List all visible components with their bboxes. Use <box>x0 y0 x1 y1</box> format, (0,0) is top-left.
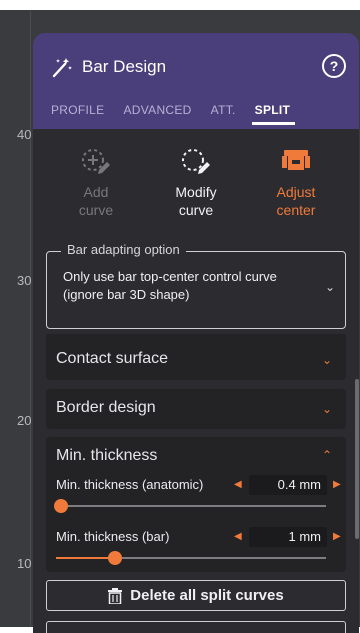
add-curve-label-1: Add <box>83 184 109 200</box>
chevron-down-icon: ⌄ <box>324 280 335 294</box>
next-button-edge <box>46 621 346 633</box>
bar-adapting-legend: Bar adapting option <box>61 242 186 257</box>
contact-surface-section[interactable]: Contact surface ⌄ <box>46 340 346 380</box>
help-icon[interactable]: ? <box>322 54 346 78</box>
chevron-down-icon: ⌄ <box>321 353 332 367</box>
anatomic-slider-track[interactable] <box>54 499 326 513</box>
bar-slider-thumb[interactable] <box>108 551 122 565</box>
border-design-section[interactable]: Border design ⌄ <box>46 389 346 429</box>
slider-label-bar: Min. thickness (bar) <box>56 529 170 544</box>
bar-slider-track[interactable] <box>56 551 326 565</box>
bar-adapting-value-line2: (ignore bar 3D shape) <box>63 287 190 302</box>
tab-bar: PROFILE ADVANCED ATT. SPLIT <box>51 103 309 125</box>
adjust-center-label-1: Adjust <box>276 184 316 200</box>
axis-tick-30: 30 <box>17 273 32 288</box>
modify-curve-icon <box>182 149 210 174</box>
adjust-center-label-2: center <box>276 202 316 218</box>
add-curve-button[interactable]: Add curve <box>51 143 141 219</box>
axis-tick-10: 10 <box>17 556 32 571</box>
delete-all-split-curves-button[interactable]: Delete all split curves <box>46 580 346 611</box>
border-design-title: Border design <box>56 399 156 416</box>
adjust-center-icon <box>282 150 310 170</box>
bar-slider-fill <box>56 557 110 559</box>
bar-value-field[interactable]: 1 mm <box>249 527 327 547</box>
modify-curve-button[interactable]: Modify curve <box>151 143 241 219</box>
bar-design-panel: Bar Design ? PROFILE ADVANCED ATT. SPLIT… <box>33 33 359 633</box>
bar-adapting-select[interactable]: Bar adapting option Only use bar top-cen… <box>46 242 346 329</box>
add-curve-icon <box>82 149 110 174</box>
panel-scrollbar[interactable] <box>355 379 359 539</box>
chevron-up-icon[interactable]: ⌃ <box>322 448 332 462</box>
increment-bar-icon[interactable]: ▶ <box>333 531 341 542</box>
tab-att[interactable]: ATT. <box>211 103 236 117</box>
tab-profile[interactable]: PROFILE <box>51 103 104 117</box>
modify-curve-label-1: Modify <box>175 184 217 200</box>
anatomic-value-field[interactable]: 0.4 mm <box>249 475 327 495</box>
panel-title: Bar Design <box>82 57 167 76</box>
slider-label-anatomic: Min. thickness (anatomic) <box>56 477 204 492</box>
bar-adapting-value: Only use bar top-center control curve (i… <box>63 268 315 304</box>
axis-tick-40: 40 <box>17 127 32 142</box>
magic-wand-icon <box>52 58 72 78</box>
adjust-center-button[interactable]: Adjust center <box>251 143 341 219</box>
trash-icon <box>108 587 123 604</box>
min-thickness-title: Min. thickness <box>56 447 158 464</box>
contact-surface-title: Contact surface <box>56 350 169 367</box>
bar-adapting-value-line1: Only use bar top-center control curve <box>63 269 277 284</box>
delete-all-label: Delete all split curves <box>130 587 284 604</box>
curve-tools: Add curve Modify curve Adjust center <box>33 143 359 233</box>
modify-curve-label-2: curve <box>178 202 214 218</box>
axis-tick-20: 20 <box>17 413 32 428</box>
panel-header: Bar Design ? PROFILE ADVANCED ATT. SPLIT <box>33 33 359 129</box>
decrement-anatomic-icon[interactable]: ◀ <box>234 479 242 490</box>
tab-advanced[interactable]: ADVANCED <box>123 103 191 117</box>
viewport-axis-line <box>30 10 31 627</box>
chevron-down-icon: ⌄ <box>321 402 332 416</box>
add-curve-label-2: curve <box>78 202 114 218</box>
increment-anatomic-icon[interactable]: ▶ <box>333 479 341 490</box>
min-thickness-section: Min. thickness ⌃ Min. thickness (anatomi… <box>46 437 346 572</box>
tab-split[interactable]: SPLIT <box>251 103 295 125</box>
decrement-bar-icon[interactable]: ◀ <box>234 531 242 542</box>
anatomic-slider-thumb[interactable] <box>54 499 68 513</box>
